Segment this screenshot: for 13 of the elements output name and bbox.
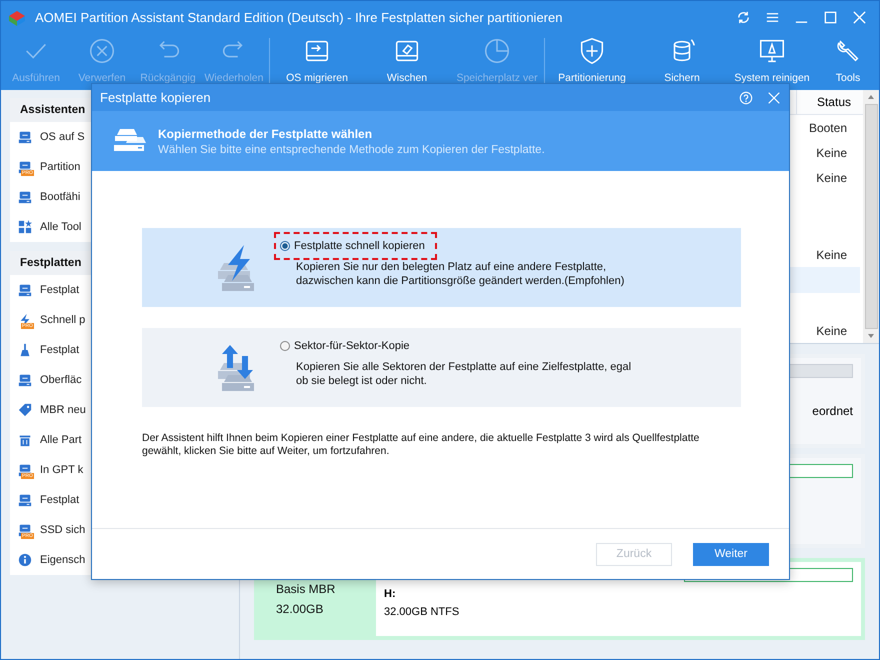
- partition-status: eordnet: [812, 404, 853, 418]
- table-cell: Keine: [816, 171, 847, 186]
- disk-type: Basis MBR: [276, 582, 336, 596]
- dialog-note: Der Assistent hilft Ihnen beim Kopieren einer Festplatte auf eine andere, die aktuelle Festplatte 3 wird als Quellfestplatte gewählt, klicken Sie bitte auf Weiter, um fortzufahren.: [142, 432, 700, 458]
- option-description: Kopieren Sie nur den belegten Platz auf eine andere Festplatte, dazwischen kann die Partitionsgröße geändert werden.(Empfohlen): [295, 260, 626, 288]
- partition-letter: H:: [384, 588, 397, 600]
- window-title: AOMEI Partition Assistant Standard Edition (Deutsch) - Ihre Festplatten sicher partitionieren: [35, 10, 564, 25]
- table-cell: Keine: [816, 324, 847, 338]
- partition-info: 32.00GB NTFS: [384, 606, 460, 618]
- option-description: Kopieren Sie alle Sektoren der Festplatte auf eine Zielfestplatte, egal ob sie belegt ist oder nicht.: [295, 360, 632, 388]
- dialog-heading: Kopiermethode der Festplatte wählen: [158, 126, 374, 140]
- disk-size: 32.00GB: [276, 602, 324, 616]
- dialog-subheading: Wählen Sie bitte eine entsprechende Methode zum Kopieren der Festplatte.: [158, 144, 545, 156]
